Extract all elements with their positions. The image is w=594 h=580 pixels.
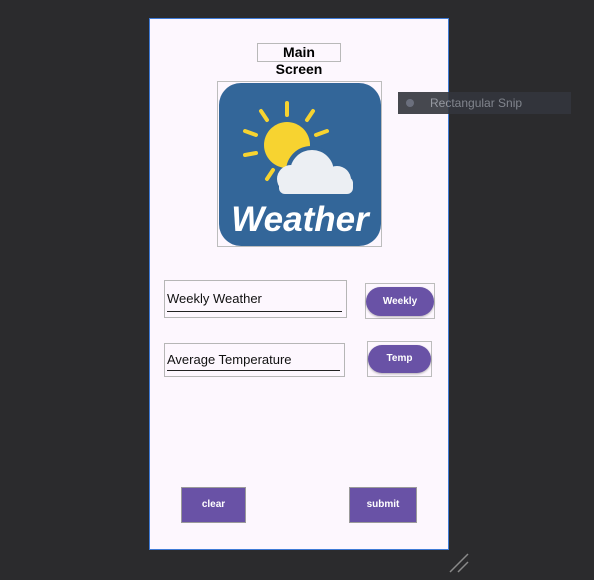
page-title: Main Screen (257, 43, 341, 77)
weekly-button-frame: Weekly (365, 283, 435, 319)
weekly-button[interactable]: Weekly (366, 287, 434, 316)
snip-label: Rectangular Snip (430, 96, 523, 110)
average-temperature-value: Average Temperature (167, 352, 292, 367)
weekly-weather-field[interactable]: Weekly Weather (164, 280, 347, 318)
logo-text: Weather (231, 200, 371, 239)
weather-logo-icon: Weather (219, 83, 381, 246)
submit-button[interactable]: submit (349, 487, 417, 523)
clear-button[interactable]: clear (181, 487, 246, 523)
weekly-weather-value: Weekly Weather (167, 291, 262, 306)
weather-logo: Weather (217, 81, 382, 247)
temp-button-frame: Temp (367, 341, 432, 377)
rectangular-snip-overlay[interactable]: Rectangular Snip (398, 92, 571, 114)
temp-button[interactable]: Temp (368, 345, 431, 373)
resize-grip-icon[interactable] (448, 552, 472, 576)
field-underline (167, 370, 340, 371)
snip-icon (406, 99, 414, 107)
average-temperature-field[interactable]: Average Temperature (164, 343, 345, 377)
field-underline (167, 311, 342, 312)
